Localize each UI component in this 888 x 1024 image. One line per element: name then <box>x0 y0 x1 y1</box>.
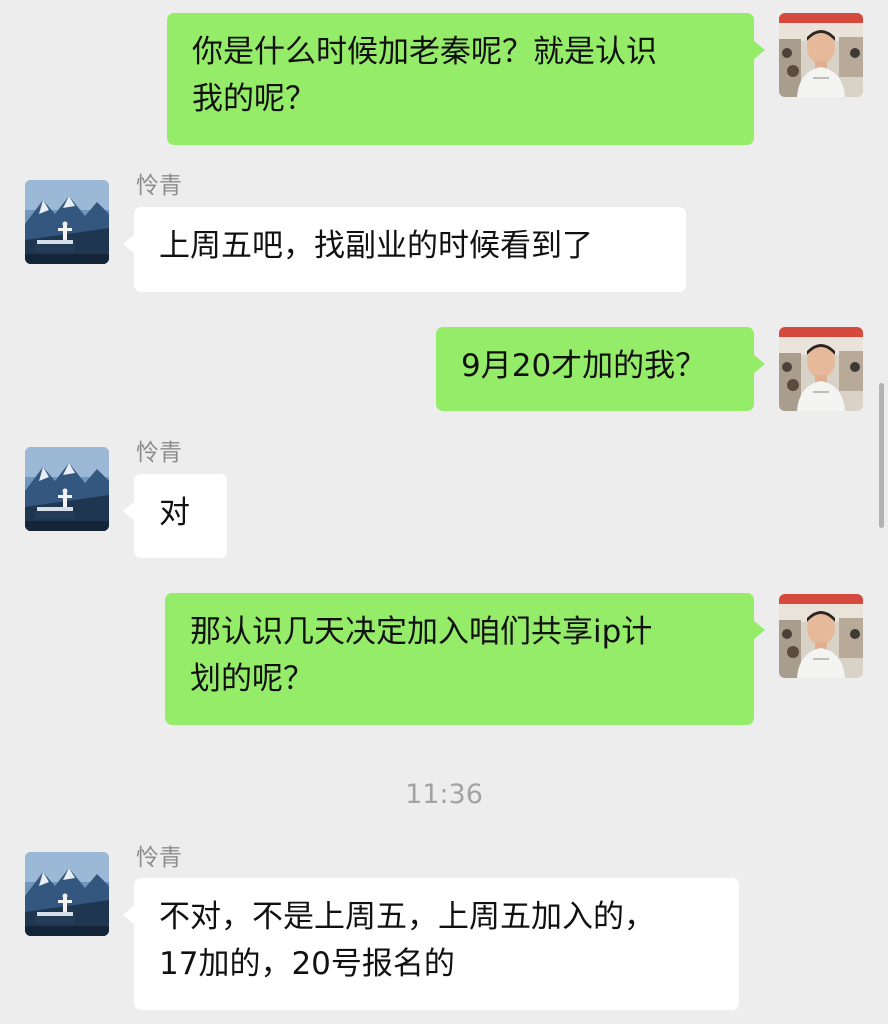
mountain-landscape-avatar-icon <box>25 180 109 264</box>
message-text-line: 17加的，20号报名的 <box>159 946 455 982</box>
message-text-line: 你是什么时候加老秦呢？就是认识 <box>192 34 657 70</box>
message-text-line: 上周五吧，找副业的时候看到了 <box>159 228 593 264</box>
incoming-message-bubble[interactable]: 不对，不是上周五，上周五加入的， 17加的，20号报名的 <box>123 878 739 1010</box>
user-photo-avatar-icon <box>779 13 863 97</box>
mountain-landscape-avatar-icon <box>25 852 109 936</box>
sender-name: 怜青 <box>136 845 182 871</box>
outgoing-message-bubble[interactable]: 那认识几天决定加入咱们共享ip计 划的呢？ <box>165 593 765 725</box>
message-text-line: 划的呢？ <box>190 661 314 697</box>
user-photo-avatar-icon <box>779 327 863 411</box>
scrollbar-thumb[interactable] <box>879 383 884 528</box>
contact-avatar[interactable] <box>25 852 109 936</box>
my-avatar[interactable] <box>779 327 863 411</box>
sender-name: 怜青 <box>136 173 182 199</box>
message-text-line: 那认识几天决定加入咱们共享ip计 <box>190 614 653 650</box>
contact-avatar[interactable] <box>25 180 109 264</box>
incoming-message-bubble[interactable]: 对 <box>123 474 227 558</box>
my-avatar[interactable] <box>779 13 863 97</box>
outgoing-message-bubble[interactable]: 你是什么时候加老秦呢？就是认识 我的呢？ <box>167 13 765 145</box>
message-text-line: 我的呢？ <box>192 81 316 117</box>
mountain-landscape-avatar-icon <box>25 447 109 531</box>
message-text-line: 9月20才加的我？ <box>461 348 707 384</box>
message-text-line: 对 <box>159 495 190 531</box>
message-text-line: 不对，不是上周五，上周五加入的， <box>159 899 655 935</box>
chat-message-list[interactable]: 你是什么时候加老秦呢？就是认识 我的呢？ 怜青 上周五吧，找副业的时候看到了 9… <box>0 0 888 1024</box>
user-photo-avatar-icon <box>779 594 863 678</box>
my-avatar[interactable] <box>779 594 863 678</box>
incoming-message-bubble[interactable]: 上周五吧，找副业的时候看到了 <box>123 207 686 292</box>
sender-name: 怜青 <box>136 440 182 466</box>
contact-avatar[interactable] <box>25 447 109 531</box>
outgoing-message-bubble[interactable]: 9月20才加的我？ <box>436 327 765 411</box>
message-timestamp: 11:36 <box>405 779 483 810</box>
